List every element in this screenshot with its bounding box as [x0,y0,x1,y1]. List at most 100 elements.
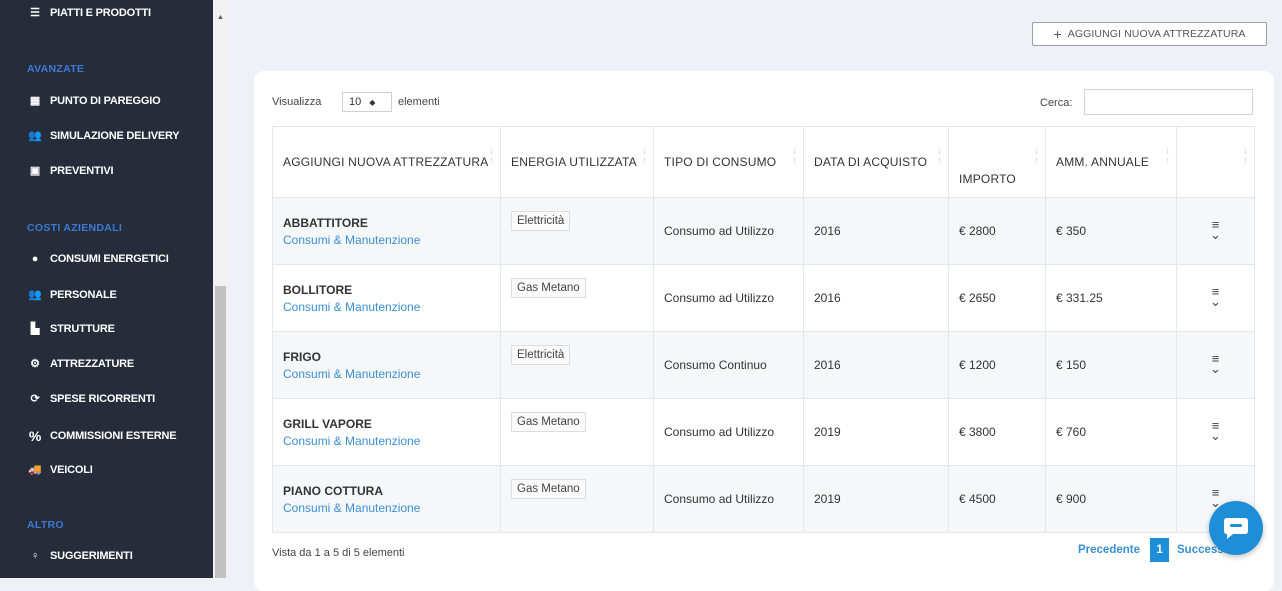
sidebar-item-consumi-energetici[interactable]: ● CONSUMI ENERGETICI [27,253,169,265]
column-header-label: DATA DI ACQUISTO [814,155,928,169]
column-header-annual[interactable]: AMM. ANNUALE ↓ ↑ [1045,126,1177,198]
equipment-name: FRIGO [283,349,321,364]
energy-cell: Gas Metano [500,465,654,533]
energy-badge: Elettricità [511,211,571,231]
table-row: GRILL VAPORE Consumi & Manutenzione Gas … [272,398,1255,466]
sidebar-item-label: PREVENTIVI [50,164,114,177]
column-header-consumption[interactable]: TIPO DI CONSUMO ↓ ↑ [653,126,804,198]
add-equipment-button[interactable]: + AGGIUNGI NUOVA ATTREZZATURA [1032,22,1267,46]
equipment-cell: ABBATTITORE Consumi & Manutenzione [272,197,501,265]
consumption-link[interactable]: Consumi & Manutenzione [283,233,490,247]
consumption-cell: Consumo ad Utilizzo [653,398,804,466]
equipment-name: PIANO COTTURA [283,483,383,498]
consumption-link[interactable]: Consumi & Manutenzione [283,434,490,448]
page-length-value: 10 [349,96,362,108]
annual-cell: € 350 [1045,197,1177,265]
sidebar-section-costs: COSTI AZIENDALI [27,222,123,234]
add-equipment-label: AGGIUNGI NUOVA ATTREZZATURA [1067,28,1246,40]
sort-icon: ↓ ↑ [792,145,797,165]
percent-icon: % [28,428,42,444]
consumption-link[interactable]: Consumi & Manutenzione [283,300,490,314]
amount-cell: € 4500 [948,465,1046,533]
sidebar-item-attrezzature[interactable]: ⚙ ATTREZZATURE [27,357,134,371]
table-row: PIANO COTTURA Consumi & Manutenzione Gas… [272,465,1255,533]
consumption-cell: Consumo ad Utilizzo [653,465,804,533]
annual-cell: € 150 [1045,331,1177,399]
sidebar-item-label: STRUTTURE [50,322,115,335]
sort-icon: ↓ ↑ [1243,145,1248,165]
annual-cell: € 760 [1045,398,1177,466]
previous-page-button[interactable]: Precedente [1068,544,1150,556]
equipment-name: BOLLITORE [283,282,353,297]
sidebar-item-label: PERSONALE [50,288,117,301]
amount-cell: € 3800 [948,398,1046,466]
users-icon: 👥 [28,130,42,142]
column-header-equipment[interactable]: AGGIUNGI NUOVA ATTREZZATURA ↓ ↑ [272,126,501,198]
menu-dropdown-icon[interactable]: ≡ ⌄ [1210,419,1221,442]
sidebar-item-strutture[interactable]: ▙ STRUTTURE [27,322,115,336]
sidebar-item-spese-ricorrenti[interactable]: ⟳ SPESE RICORRENTI [27,392,155,406]
sidebar-section-other: ALTRO [27,519,64,531]
sidebar-item-label: COMMISSIONI ESTERNE [50,430,177,442]
sidebar-item-veicoli[interactable]: 🚚 VEICOLI [27,463,93,477]
column-header-purchase-date[interactable]: DATA DI ACQUISTO ↓ ↑ [803,126,949,198]
equipment-name: ABBATTITORE [283,215,368,230]
equipment-cell: FRIGO Consumi & Manutenzione [272,331,501,399]
menu-dropdown-icon[interactable]: ≡ ⌄ [1210,486,1221,509]
table-info: Vista da 1 a 5 di 5 elementi [272,547,405,559]
chat-bubble-icon [1224,518,1248,539]
sidebar-item-commissioni-esterne[interactable]: % COMMISSIONI ESTERNE [27,428,177,444]
gears-icon: ⚙ [30,358,40,370]
annual-cell: € 331.25 [1045,264,1177,332]
amount-cell: € 2650 [948,264,1046,332]
equipment-table: AGGIUNGI NUOVA ATTREZZATURA ↓ ↑ ENERGIA U… [272,126,1255,533]
menu-dropdown-icon[interactable]: ≡ ⌄ [1210,285,1221,308]
sidebar-item-label: SPESE RICORRENTI [50,392,155,405]
chat-widget-button[interactable] [1209,501,1263,555]
year-cell: 2019 [803,465,949,533]
energy-cell: Gas Metano [500,264,654,332]
sidebar-item-personale[interactable]: 👥 PERSONALE [27,288,117,302]
menu-dropdown-icon[interactable]: ≡ ⌄ [1210,352,1221,375]
actions-cell: ≡ ⌄ [1176,398,1255,466]
sort-icon: ↓ ↑ [642,145,647,165]
plus-icon: + [1053,26,1062,42]
menu-dropdown-icon[interactable]: ≡ ⌄ [1210,218,1221,241]
column-header-energy[interactable]: ENERGIA UTILIZZATA ↓ ↑ [500,126,654,198]
column-header-label: ENERGIA UTILIZZATA [511,155,637,169]
column-header-actions[interactable]: ↓ ↑ [1176,126,1255,198]
search-input[interactable] [1084,89,1253,115]
energy-badge: Gas Metano [511,412,586,432]
sidebar-item-label: CONSUMI ENERGETICI [50,253,169,265]
consumption-link[interactable]: Consumi & Manutenzione [283,367,490,381]
sidebar-item-preventivi[interactable]: ▣ PREVENTIVI [27,164,114,178]
year-cell: 2016 [803,197,949,265]
column-header-amount[interactable]: IMPORTO ↓ ↑ [948,126,1046,198]
lightbulb-icon: ♀ [30,550,40,562]
table-row: ABBATTITORE Consumi & Manutenzione Elett… [272,197,1255,265]
calculator-icon: ▦ [29,95,41,107]
sidebar-item-suggerimenti[interactable]: ♀ SUGGERIMENTI [27,550,133,562]
truck-icon: 🚚 [28,464,42,476]
energy-cell: Elettricità [500,197,654,265]
sort-icon: ↓ ↑ [489,145,494,165]
consumption-link[interactable]: Consumi & Manutenzione [283,501,490,515]
page-length-select[interactable]: 10 ◆ [342,92,392,112]
sidebar-item-label: PIATTI E PRODOTTI [50,6,151,19]
scroll-thumb[interactable] [215,286,226,578]
sort-icon: ↓ ↑ [937,145,942,165]
table-row: BOLLITORE Consumi & Manutenzione Gas Met… [272,264,1255,332]
sidebar-scrollbar[interactable]: ▲ [213,0,228,578]
actions-cell: ≡ ⌄ [1176,264,1255,332]
consumption-cell: Consumo Continuo [653,331,804,399]
sidebar-item-piatti-prodotti[interactable]: ☰ PIATTI E PRODOTTI [27,6,151,20]
sidebar-item-label: SIMULAZIONE DELIVERY [50,129,180,142]
sidebar-item-punto-pareggio[interactable]: ▦ PUNTO DI PAREGGIO [27,94,161,108]
sidebar: ☰ PIATTI E PRODOTTI AVANZATE ▦ PUNTO DI … [0,0,213,578]
sort-icon: ↓ ↑ [1034,145,1039,165]
page-1-button[interactable]: 1 [1150,538,1170,562]
team-icon: 👥 [28,289,42,301]
scroll-up-arrow-icon[interactable]: ▲ [213,14,228,24]
sidebar-item-simulazione-delivery[interactable]: 👥 SIMULAZIONE DELIVERY [27,129,180,143]
amount-cell: € 2800 [948,197,1046,265]
